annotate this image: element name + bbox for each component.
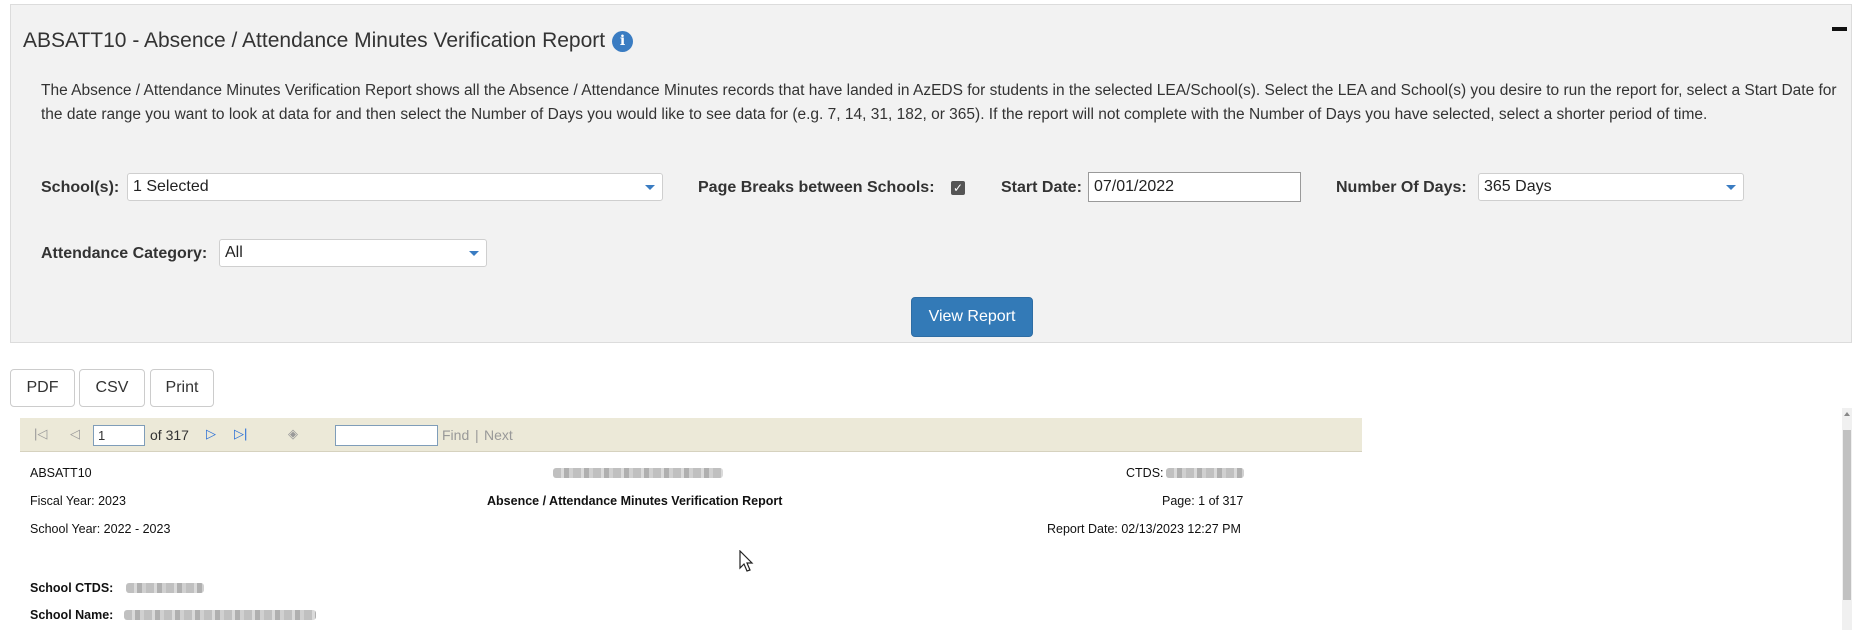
find-separator: | xyxy=(475,427,479,443)
report-description: The Absence / Attendance Minutes Verific… xyxy=(41,82,1837,123)
number-of-days-select[interactable]: 365 Days xyxy=(1478,173,1744,201)
report-code: ABSATT10 xyxy=(30,466,92,480)
chevron-down-icon xyxy=(1726,185,1736,190)
start-date-input[interactable]: 07/01/2022 xyxy=(1088,172,1301,202)
find-link[interactable]: Find xyxy=(442,427,469,443)
first-page-icon[interactable]: |◁ xyxy=(34,427,47,441)
print-button[interactable]: Print xyxy=(150,369,214,407)
redacted-school-name xyxy=(124,610,316,620)
collapse-icon[interactable] xyxy=(1832,27,1847,31)
report-scrollbar[interactable] xyxy=(1842,408,1852,630)
chevron-down-icon xyxy=(469,251,479,256)
page-info: Page: 1 of 317 xyxy=(1162,494,1244,508)
report-parameters-panel: ABSATT10 - Absence / Attendance Minutes … xyxy=(10,4,1852,343)
fiscal-year: Fiscal Year: 2023 xyxy=(30,494,126,508)
schools-select-value: 1 Selected xyxy=(133,178,209,195)
redacted-school-ctds xyxy=(126,583,204,593)
redacted-lea-name xyxy=(553,468,723,478)
number-of-days-value: 365 Days xyxy=(1484,178,1552,195)
schools-label: School(s): xyxy=(41,179,120,196)
attendance-category-select[interactable]: All xyxy=(219,239,487,267)
mouse-cursor-icon xyxy=(739,550,754,572)
school-ctds-label: School CTDS: xyxy=(30,581,114,595)
ctds-label: CTDS: xyxy=(1126,466,1164,480)
page-breaks-checkbox[interactable]: ✓ xyxy=(951,181,965,195)
page-breaks-label: Page Breaks between Schools: xyxy=(698,179,935,196)
csv-button[interactable]: CSV xyxy=(79,369,145,407)
report-viewer-toolbar: |◁ ◁ 1 of 317 ▷ ▷| ◈ Find | Next xyxy=(20,418,1362,452)
attendance-category-label: Attendance Category: xyxy=(41,245,208,262)
redacted-ctds xyxy=(1166,468,1244,478)
next-link[interactable]: Next xyxy=(484,427,513,443)
report-date: Report Date: 02/13/2023 12:27 PM xyxy=(1047,522,1241,536)
pdf-button[interactable]: PDF xyxy=(10,369,75,407)
back-to-parent-icon[interactable]: ◈ xyxy=(288,427,298,441)
next-page-icon[interactable]: ▷ xyxy=(206,427,216,441)
panel-title-row: ABSATT10 - Absence / Attendance Minutes … xyxy=(23,29,634,53)
previous-page-icon[interactable]: ◁ xyxy=(70,427,80,441)
school-year: School Year: 2022 - 2023 xyxy=(30,522,171,536)
scroll-up-icon[interactable] xyxy=(1844,412,1850,416)
report-title: Absence / Attendance Minutes Verificatio… xyxy=(487,494,783,508)
page-title: ABSATT10 - Absence / Attendance Minutes … xyxy=(23,29,606,52)
attendance-category-value: All xyxy=(225,244,243,261)
page-count-label: of 317 xyxy=(150,427,189,443)
last-page-icon[interactable]: ▷| xyxy=(234,427,247,441)
scroll-thumb[interactable] xyxy=(1843,430,1851,600)
school-name-label: School Name: xyxy=(30,608,114,622)
chevron-down-icon xyxy=(645,185,655,190)
view-report-button[interactable]: View Report xyxy=(911,297,1033,337)
info-icon[interactable]: i xyxy=(612,30,634,52)
schools-select[interactable]: 1 Selected xyxy=(127,173,663,201)
page-number-input[interactable]: 1 xyxy=(93,425,145,446)
start-date-label: Start Date: xyxy=(1001,179,1082,196)
number-of-days-label: Number Of Days: xyxy=(1336,179,1467,196)
find-input[interactable] xyxy=(335,425,438,446)
